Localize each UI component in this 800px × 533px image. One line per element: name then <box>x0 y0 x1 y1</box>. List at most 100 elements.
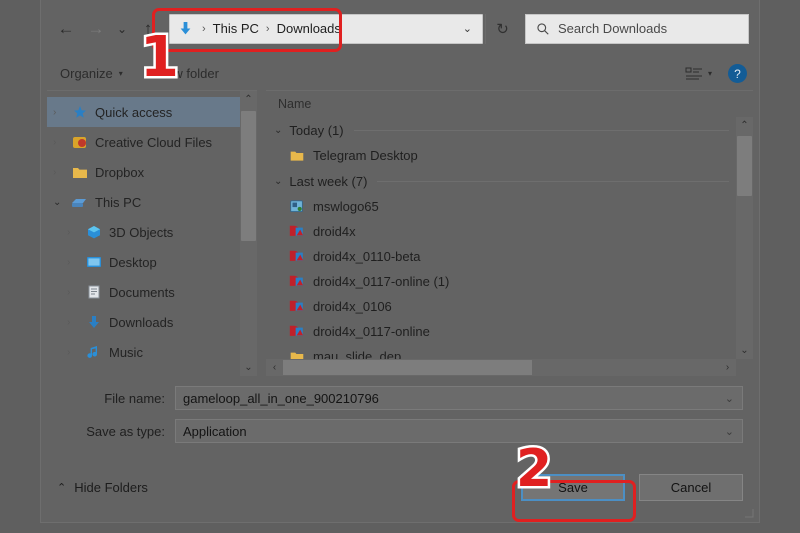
file-list-row[interactable]: droid4x <box>266 219 735 244</box>
sidebar-item-label: Documents <box>109 285 175 300</box>
desktop-icon <box>84 254 104 270</box>
file-list-scrollbar[interactable]: ⌃ ⌄ <box>736 117 753 359</box>
search-icon <box>536 22 550 36</box>
chevron-right-icon[interactable]: › <box>53 167 70 178</box>
file-group-label: Today (1) <box>289 123 343 138</box>
downloads-icon <box>84 314 104 330</box>
file-name-text: droid4x <box>313 224 356 239</box>
save-as-type-dropdown-caret-icon[interactable]: ⌄ <box>725 425 734 438</box>
downloads-icon <box>84 314 104 330</box>
pc-icon <box>70 194 90 210</box>
dialog-body: ›Quick access›Creative Cloud Files›Dropb… <box>41 90 759 376</box>
breadcrumb-this-pc[interactable]: This PC <box>213 21 259 36</box>
chevron-right-icon[interactable]: › <box>67 257 84 268</box>
star-icon <box>70 104 90 120</box>
chevron-down-icon[interactable]: ⌄ <box>53 197 70 208</box>
hide-folders-button[interactable]: ⌃ Hide Folders <box>57 480 148 495</box>
folder-icon <box>288 148 306 164</box>
organize-label: Organize <box>60 66 113 81</box>
recent-locations-button[interactable]: ⌄ <box>111 14 133 44</box>
chevron-right-icon[interactable]: › <box>67 347 84 358</box>
tree-scroll-down-button[interactable]: ⌄ <box>240 359 257 376</box>
music-icon <box>84 344 104 360</box>
group-divider <box>377 181 729 182</box>
sidebar-item-3d-objects[interactable]: ›3D Objects <box>47 217 257 247</box>
chevron-down-icon: ▾ <box>119 69 123 78</box>
organize-button[interactable]: Organize ▾ <box>53 63 130 84</box>
file-name-text: mau_slide_dep <box>313 349 401 359</box>
sidebar-item-creative-cloud-files[interactable]: › Creative Cloud Files <box>47 127 257 157</box>
back-button[interactable]: ← <box>51 14 81 44</box>
sidebar-item-downloads[interactable]: ›Downloads <box>47 307 257 337</box>
breadcrumb-downloads[interactable]: Downloads <box>277 21 341 36</box>
forward-button[interactable]: → <box>81 14 111 44</box>
file-name-dropdown-caret-icon[interactable]: ⌄ <box>725 392 734 405</box>
save-as-type-row: Save as type: Application ⌄ <box>57 419 743 443</box>
sidebar-item-this-pc[interactable]: ⌄This PC <box>47 187 257 217</box>
chevron-right-icon[interactable]: › <box>53 107 70 118</box>
file-list-row[interactable]: droid4x_0117-online <box>266 319 735 344</box>
cancel-button[interactable]: Cancel <box>639 474 743 501</box>
file-list-row[interactable]: droid4x_0117-online (1) <box>266 269 735 294</box>
chevron-right-icon[interactable]: › <box>67 317 84 328</box>
save-form: File name: gameloop_all_in_one_900210796… <box>41 376 759 452</box>
droid4x-app-icon <box>288 324 306 340</box>
file-list-row[interactable]: droid4x_0106 <box>266 294 735 319</box>
file-list-scroll-right-button[interactable]: › <box>719 359 736 376</box>
file-list-row[interactable]: Telegram Desktop <box>266 143 735 168</box>
file-list-hscroll-track[interactable] <box>283 359 719 376</box>
file-group-header[interactable]: ⌄Last week (7) <box>266 168 735 194</box>
droid4x-app-icon <box>288 224 306 238</box>
breadcrumb-separator-1: › <box>266 23 270 35</box>
sidebar-item-quick-access[interactable]: ›Quick access <box>47 97 257 127</box>
list-view-icon[interactable] <box>684 66 704 82</box>
resize-grip-icon[interactable] <box>744 508 754 518</box>
droid4x-app-icon <box>288 324 306 338</box>
sidebar-item-dropbox[interactable]: ›Dropbox <box>47 157 257 187</box>
sidebar-item-label: Desktop <box>109 255 157 270</box>
file-list-hscroll-thumb[interactable] <box>283 360 532 375</box>
refresh-button[interactable]: ↻ <box>485 14 519 44</box>
file-list-scroll-down-button[interactable]: ⌄ <box>736 342 753 359</box>
save-as-type-select[interactable]: Application ⌄ <box>175 419 743 443</box>
file-list-row[interactable]: mswlogo65 <box>266 194 735 219</box>
file-list-pane: Name ⌄ Today (1) Telegram Desktop⌄Last wee… <box>266 90 753 376</box>
tree-scroll-thumb[interactable] <box>241 111 256 241</box>
chevron-right-icon[interactable]: › <box>53 137 70 148</box>
chevron-right-icon[interactable]: › <box>67 287 84 298</box>
address-bar-wrapper: › This PC › Downloads ⌄ <box>169 14 483 44</box>
file-list-horizontal-scrollbar[interactable]: ‹ › <box>266 359 736 376</box>
file-list-row[interactable]: mau_slide_dep <box>266 344 735 359</box>
chevron-down-icon[interactable]: ⌄ <box>274 176 282 187</box>
star-icon <box>70 104 90 120</box>
documents-icon <box>84 284 104 300</box>
search-placeholder: Search Downloads <box>558 21 667 36</box>
sidebar-item-desktop[interactable]: › Desktop <box>47 247 257 277</box>
search-input[interactable]: Search Downloads <box>525 14 749 44</box>
chevron-right-icon[interactable]: › <box>67 227 84 238</box>
file-name-input[interactable]: gameloop_all_in_one_900210796 ⌄ <box>175 386 743 410</box>
sidebar-item-pictures[interactable]: ›Pictures <box>47 367 257 376</box>
file-list-scroll-left-button[interactable]: ‹ <box>266 359 283 376</box>
folder-icon <box>288 349 306 360</box>
sidebar-item-music[interactable]: ›Music <box>47 337 257 367</box>
file-name-text: droid4x_0106 <box>313 299 392 314</box>
file-group-header[interactable]: ⌄ Today (1) <box>266 117 735 143</box>
sidebar-item-documents[interactable]: › Documents <box>47 277 257 307</box>
file-list-scroll-thumb[interactable] <box>737 136 752 196</box>
tree-scrollbar[interactable]: ⌃ ⌄ <box>240 91 257 376</box>
view-options-caret-icon[interactable]: ▾ <box>708 69 712 78</box>
file-list-scroll-up-button[interactable]: ⌃ <box>736 117 753 134</box>
sidebar-item-label: Creative Cloud Files <box>95 135 212 150</box>
help-button[interactable]: ? <box>728 64 747 83</box>
dimmed-background: ← → ⌄ ↑ › This PC › Downloads ⌄ ↻ <box>0 0 800 533</box>
address-bar[interactable]: › This PC › Downloads ⌄ <box>169 14 483 44</box>
chevron-down-icon[interactable]: ⌄ <box>274 125 282 136</box>
documents-icon <box>84 284 104 300</box>
column-header-name[interactable]: Name <box>266 91 753 117</box>
address-dropdown-caret-icon[interactable]: ⌄ <box>463 22 472 35</box>
tree-scroll-up-button[interactable]: ⌃ <box>240 91 257 108</box>
file-list-row[interactable]: droid4x_0110-beta <box>266 244 735 269</box>
pictures-icon <box>84 374 104 376</box>
app-blue-icon <box>288 199 306 213</box>
